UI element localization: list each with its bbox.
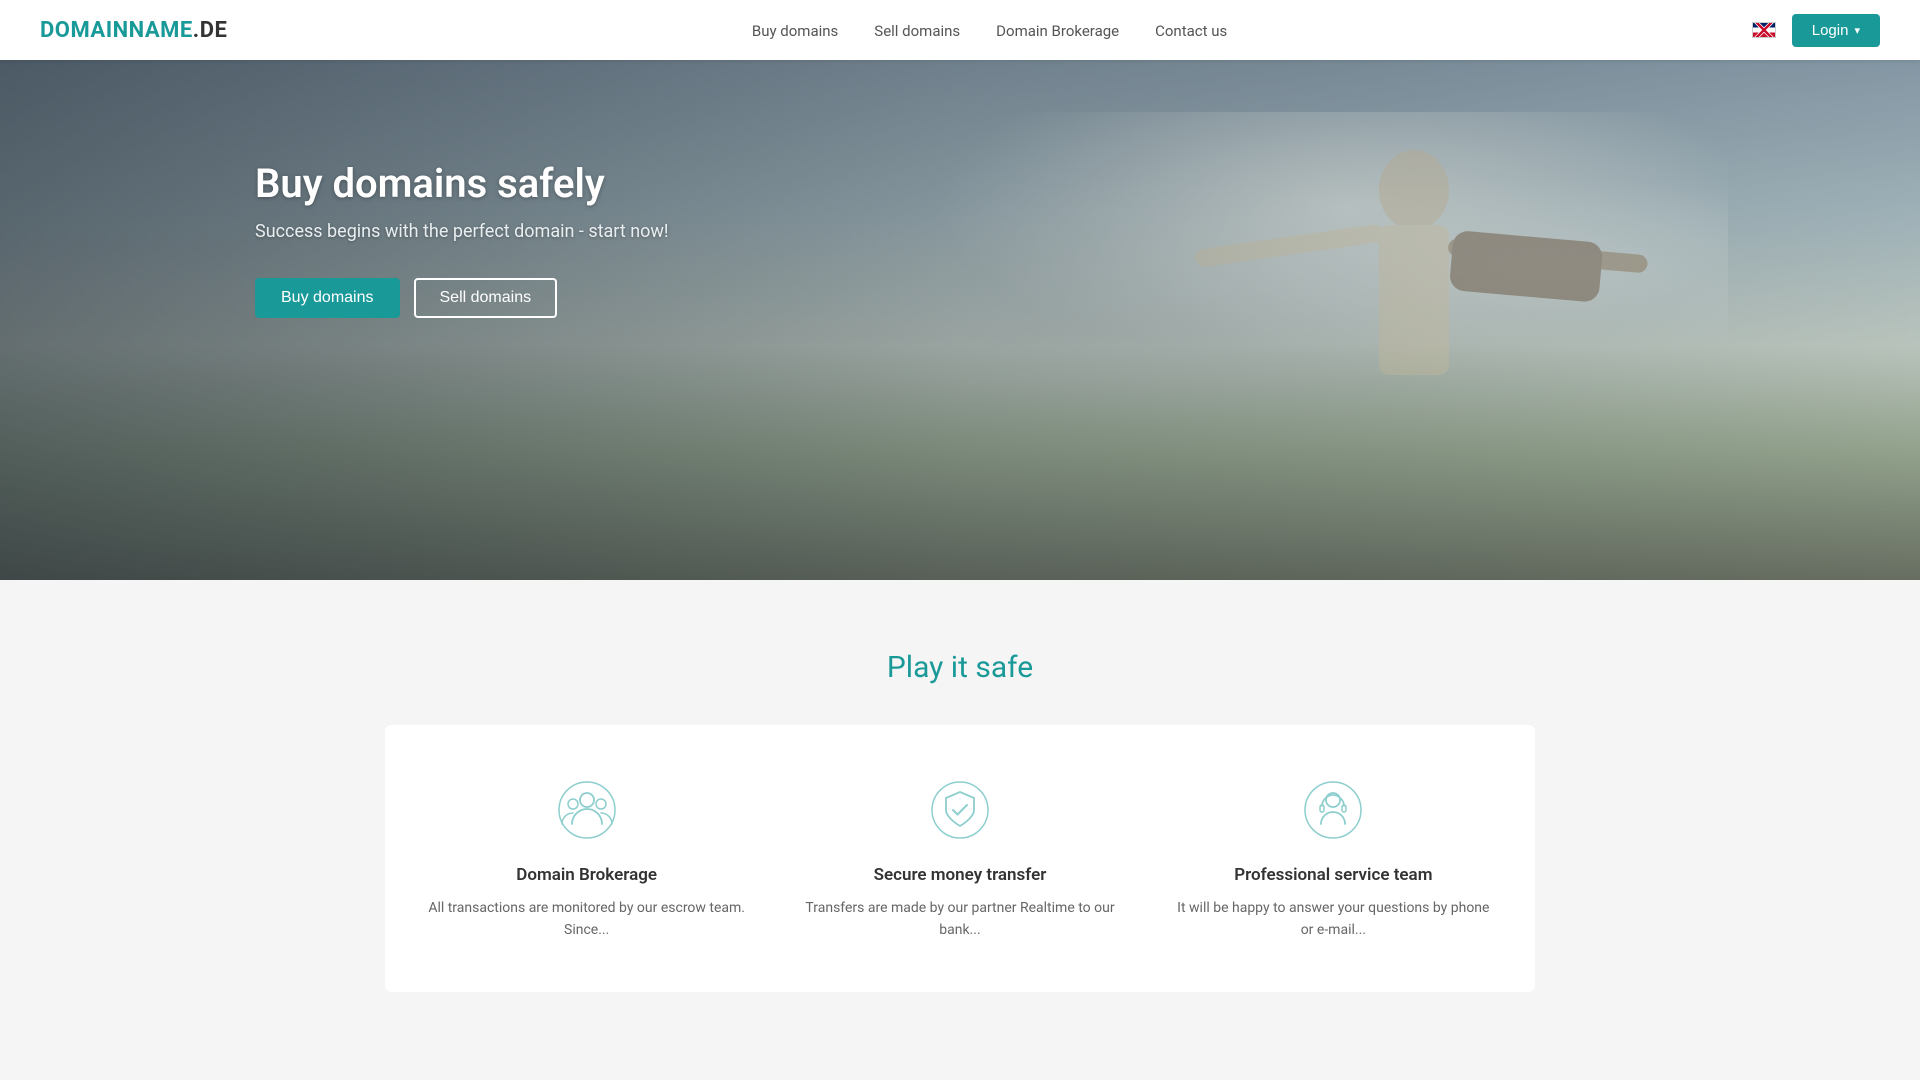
professional-team-text: It will be happy to answer your question… xyxy=(1172,897,1495,942)
secure-money-text: Transfers are made by our partner Realti… xyxy=(798,897,1121,942)
hero-buy-domains-button[interactable]: Buy domains xyxy=(255,278,400,318)
support-icon xyxy=(1298,775,1368,845)
cards-wrapper: Domain Brokerage All transactions are mo… xyxy=(385,725,1535,992)
nav-contact-us[interactable]: Contact us xyxy=(1155,22,1227,40)
login-button[interactable]: Login ▾ xyxy=(1792,14,1880,47)
logo[interactable]: DOMAINNAME.DE xyxy=(40,18,227,43)
hero-buttons: Buy domains Sell domains xyxy=(255,278,1920,318)
features-section: Play it safe Domain Broke xyxy=(0,580,1920,1032)
cards-grid: Domain Brokerage All transactions are mo… xyxy=(415,765,1505,952)
nav-sell-domains[interactable]: Sell domains xyxy=(874,22,960,40)
professional-team-card: Professional service team It will be hap… xyxy=(1162,765,1505,952)
hero-section: Buy domains safely Success begins with t… xyxy=(0,60,1920,580)
nav-links: Buy domains Sell domains Domain Brokerag… xyxy=(752,21,1227,40)
language-flag-icon[interactable] xyxy=(1752,22,1776,38)
hero-title: Buy domains safely xyxy=(255,160,1920,207)
professional-team-title: Professional service team xyxy=(1234,865,1432,885)
hero-sell-domains-button[interactable]: Sell domains xyxy=(414,278,558,318)
shield-check-icon xyxy=(925,775,995,845)
nav-domain-brokerage[interactable]: Domain Brokerage xyxy=(996,22,1119,40)
secure-money-card: Secure money transfer Transfers are made… xyxy=(788,765,1131,952)
logo-text: DOMAINNAME.DE xyxy=(40,18,227,43)
domain-brokerage-text: All transactions are monitored by our es… xyxy=(425,897,748,942)
section-title: Play it safe xyxy=(40,650,1880,685)
chevron-down-icon: ▾ xyxy=(1854,24,1860,37)
hero-subtitle: Success begins with the perfect domain -… xyxy=(255,221,1920,242)
nav-right: Login ▾ xyxy=(1752,14,1880,47)
domain-brokerage-card: Domain Brokerage All transactions are mo… xyxy=(415,765,758,952)
hero-content: Buy domains safely Success begins with t… xyxy=(0,60,1920,318)
people-icon xyxy=(552,775,622,845)
nav-buy-domains[interactable]: Buy domains xyxy=(752,22,838,40)
secure-money-title: Secure money transfer xyxy=(874,865,1047,885)
navbar: DOMAINNAME.DE Buy domains Sell domains D… xyxy=(0,0,1920,60)
domain-brokerage-title: Domain Brokerage xyxy=(516,865,657,885)
